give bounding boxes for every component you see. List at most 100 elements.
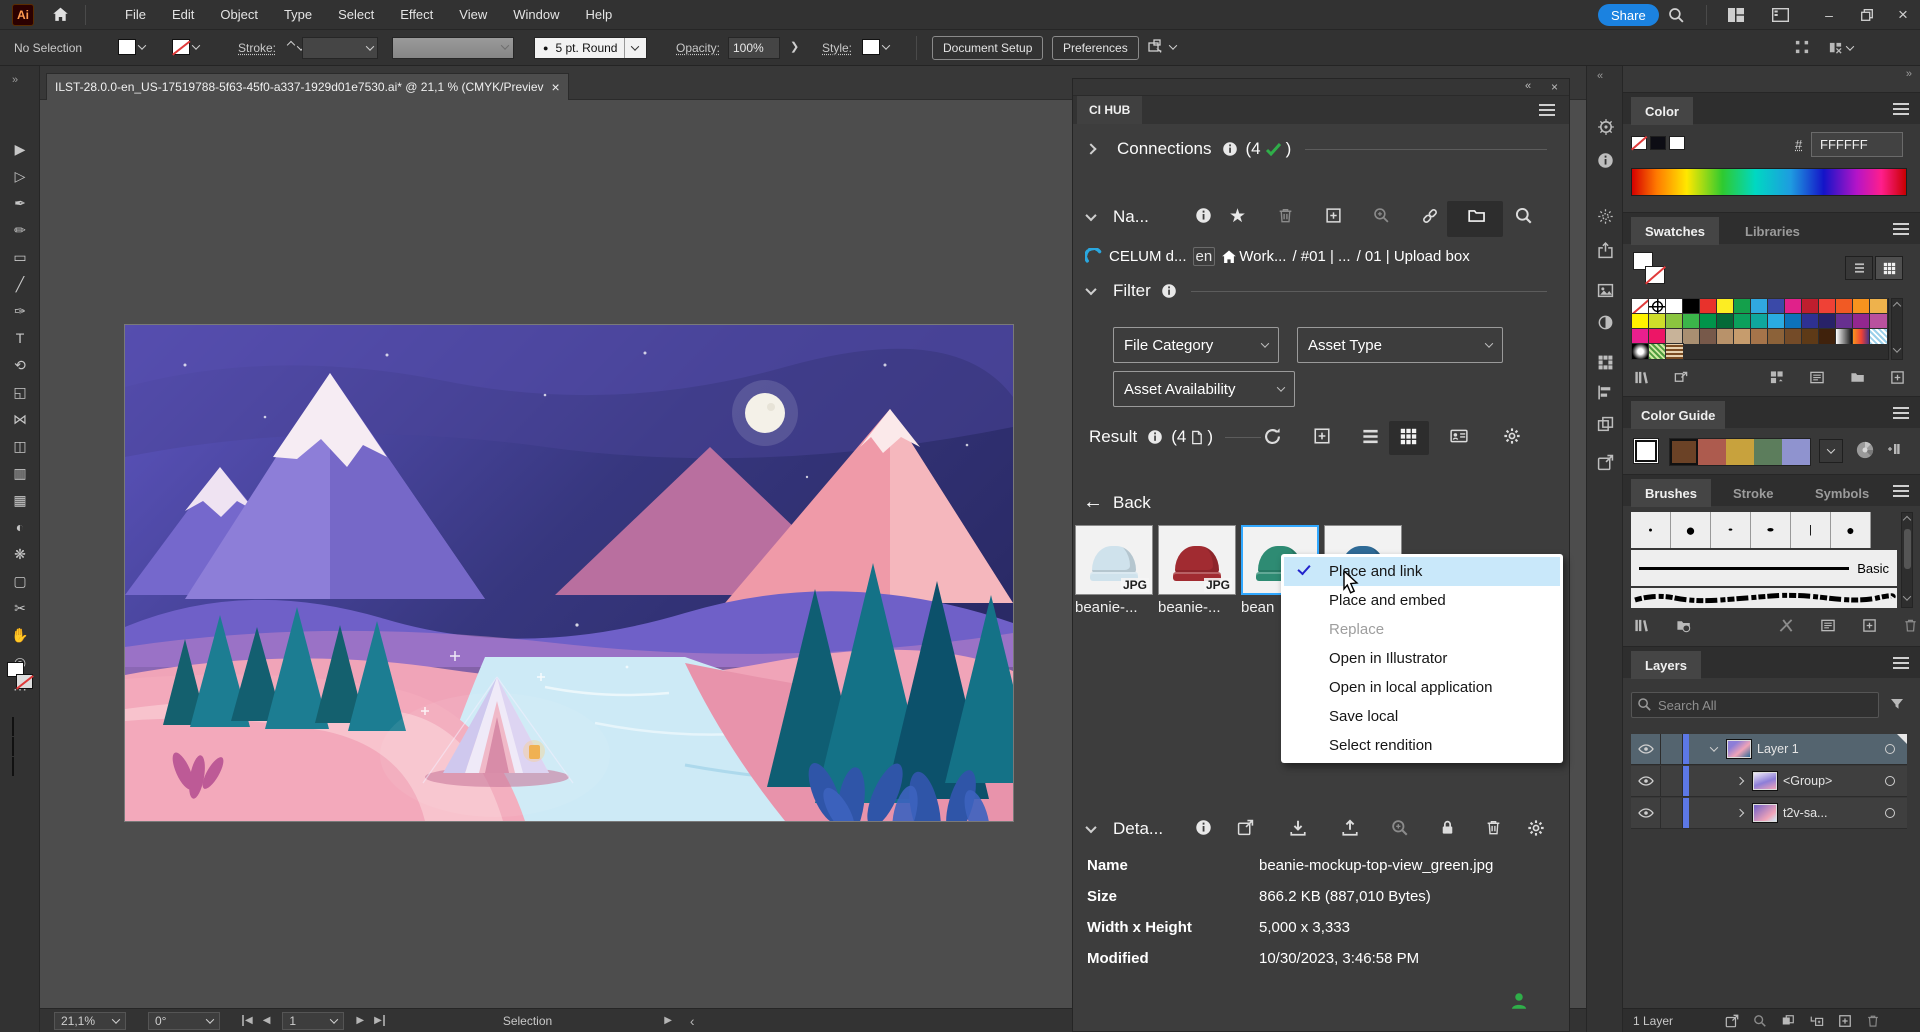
swatches-panel-menu-icon[interactable] — [1893, 228, 1909, 230]
tab-stroke[interactable]: Stroke — [1719, 479, 1787, 507]
details-settings-gear-icon[interactable] — [1527, 819, 1545, 837]
swatch[interactable] — [1853, 329, 1870, 344]
app-logo[interactable]: Ai — [12, 4, 34, 26]
harmony-swatch[interactable] — [1754, 439, 1782, 465]
harmony-strip[interactable] — [1669, 438, 1811, 466]
search-icon[interactable] — [1668, 7, 1685, 24]
swatch[interactable] — [1632, 314, 1649, 329]
export-icon[interactable] — [1597, 242, 1614, 259]
add-view-icon[interactable] — [1313, 427, 1331, 445]
layer-target-circle[interactable] — [1885, 776, 1895, 786]
layer-thumbnail[interactable] — [1727, 740, 1751, 758]
menu-item[interactable]: Select — [327, 3, 385, 26]
new-color-group-folder-icon[interactable] — [1849, 370, 1866, 385]
visibility-eye-icon[interactable] — [1631, 798, 1661, 828]
menu-item[interactable]: Window — [502, 3, 570, 26]
tool-icon[interactable]: ✒ — [0, 190, 40, 216]
brush-item-charcoal[interactable] — [1631, 588, 1897, 608]
swatch[interactable] — [1666, 314, 1683, 329]
connections-section-header[interactable]: Connections (4 ) — [1087, 139, 1547, 159]
close-tab-icon[interactable]: × — [552, 79, 560, 95]
artboard-navigation-dropdown[interactable]: 1 — [282, 1012, 344, 1030]
brush-options-icon[interactable] — [1820, 618, 1836, 633]
cihub-tab[interactable]: CI HUB — [1077, 96, 1142, 124]
tool-icon[interactable]: ▢ — [0, 568, 40, 594]
layer-name[interactable]: t2v-sa... — [1783, 806, 1827, 820]
brush-libraries-icon[interactable] — [1633, 618, 1649, 633]
tab-symbols[interactable]: Symbols — [1801, 479, 1883, 507]
breadcrumb-leaf[interactable]: / 01 | Upload box — [1357, 248, 1470, 265]
swatches-fill-stroke-indicator[interactable] — [1633, 252, 1667, 286]
close-window-button[interactable]: × — [1886, 0, 1920, 29]
adjustments-sun-icon[interactable] — [1597, 208, 1614, 225]
status-play-icon[interactable]: ▶ — [664, 1015, 672, 1026]
first-artboard-icon[interactable]: ◀ — [242, 1015, 253, 1026]
swatch-libraries-icon[interactable] — [1633, 370, 1649, 385]
swatch[interactable] — [1700, 329, 1717, 344]
color-wheel-icon[interactable] — [1855, 440, 1875, 460]
align-panel-icon[interactable] — [1597, 384, 1614, 401]
previous-artboard-icon[interactable]: ◀ — [263, 1015, 271, 1026]
last-artboard-icon[interactable]: ▶ — [374, 1015, 385, 1026]
info-icon[interactable] — [1222, 141, 1238, 157]
tab-brushes[interactable]: Brushes — [1631, 479, 1711, 507]
swatch[interactable] — [1870, 329, 1887, 344]
fill-color-dropdown[interactable] — [118, 39, 145, 55]
minimize-button[interactable]: – — [1812, 0, 1846, 29]
layers-panel-menu-icon[interactable] — [1893, 662, 1909, 664]
edit-toolbar-ellipsis[interactable]: ⋯ — [0, 676, 40, 702]
delete-brush-icon[interactable] — [1903, 618, 1918, 633]
menu-item[interactable]: Type — [273, 3, 323, 26]
swatch[interactable] — [1632, 344, 1649, 359]
swatch[interactable] — [1802, 329, 1819, 344]
navigation-section-header[interactable]: Na... — [1087, 207, 1149, 227]
harmony-swatch[interactable] — [1782, 439, 1810, 465]
context-menu-item[interactable]: Place and link — [1284, 557, 1560, 586]
swatch[interactable] — [1819, 314, 1836, 329]
swatch[interactable] — [1751, 314, 1768, 329]
swatch[interactable] — [1870, 299, 1887, 314]
save-group-to-swatches-icon[interactable] — [1885, 441, 1903, 457]
stroke-label[interactable]: Stroke: — [238, 41, 276, 55]
rotation-dropdown[interactable]: 0° — [148, 1012, 220, 1030]
asset-thumbnail[interactable]: JPG beanie-... — [1158, 525, 1236, 621]
share-button[interactable]: Share — [1598, 4, 1659, 26]
zoom-in-icon[interactable] — [1373, 207, 1390, 224]
delete-layer-icon[interactable] — [1866, 1014, 1880, 1028]
swatch[interactable] — [1836, 299, 1853, 314]
swatch[interactable] — [1649, 344, 1666, 359]
asset-availability-dropdown[interactable]: Asset Availability — [1113, 371, 1295, 407]
breadcrumb-lang[interactable]: en — [1193, 247, 1216, 266]
cihub-panel-menu-icon[interactable] — [1539, 109, 1555, 111]
swatch-themes-icon[interactable] — [1673, 370, 1689, 385]
menu-item[interactable]: Object — [209, 3, 269, 26]
tool-icon[interactable]: ▶ — [0, 136, 40, 162]
select-similar-dropdown[interactable] — [1148, 39, 1176, 55]
brush-item[interactable]: ● — [1631, 512, 1671, 548]
tool-icon[interactable]: ◐ — [0, 514, 40, 540]
locate-object-icon[interactable] — [1753, 1014, 1767, 1028]
opacity-value-field[interactable]: 100% — [728, 37, 780, 59]
swatch[interactable] — [1683, 314, 1700, 329]
delete-icon[interactable] — [1277, 207, 1294, 224]
tool-icon[interactable]: ◱ — [0, 379, 40, 405]
toolbar-collapse-icon[interactable]: » — [12, 74, 18, 86]
preferences-button[interactable]: Preferences — [1052, 36, 1139, 60]
context-menu-item[interactable]: Save local — [1284, 702, 1560, 731]
swatch[interactable] — [1700, 314, 1717, 329]
context-menu-item[interactable]: Select rendition — [1284, 731, 1560, 760]
swatch[interactable] — [1836, 329, 1853, 344]
document-tab[interactable]: ILST-28.0.0-en_US-17519788-5f63-45f0-a33… — [46, 73, 569, 100]
layer-row[interactable]: t2v-sa... — [1631, 798, 1907, 829]
info-icon[interactable] — [1195, 819, 1212, 836]
tool-icon[interactable]: ✏ — [0, 217, 40, 243]
layer-thumbnail[interactable] — [1753, 804, 1777, 822]
collect-for-export-icon[interactable] — [1725, 1014, 1739, 1028]
swatch[interactable] — [1785, 314, 1802, 329]
tab-layers[interactable]: Layers — [1631, 651, 1701, 679]
swatch-list-view-button[interactable] — [1845, 256, 1873, 280]
swatch[interactable] — [1666, 344, 1683, 359]
brushes-scrollbar[interactable] — [1901, 512, 1913, 608]
harmony-swatch[interactable] — [1726, 439, 1754, 465]
browse-folder-icon[interactable] — [1467, 207, 1486, 225]
